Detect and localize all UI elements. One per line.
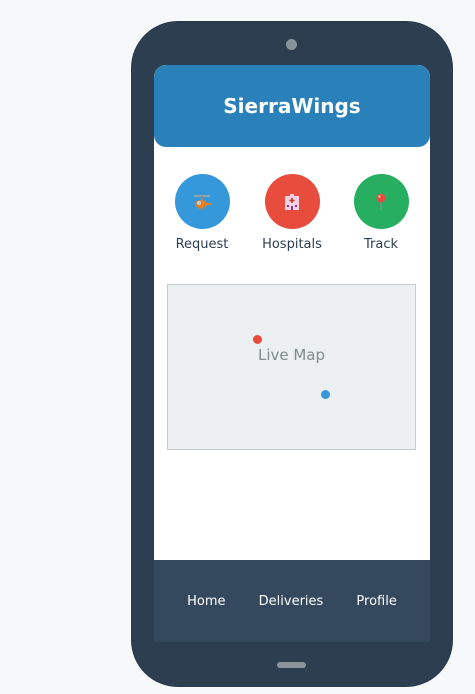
camera-dot xyxy=(286,39,297,50)
red-marker[interactable] xyxy=(253,335,262,344)
track-label: Track xyxy=(363,237,399,252)
request-action[interactable]: Request xyxy=(157,174,247,252)
app-screen: SierraWings Request Hospitals Track Live… xyxy=(154,65,430,642)
pushpin-icon[interactable] xyxy=(353,174,409,229)
helicopter-icon[interactable] xyxy=(174,174,230,229)
live-map[interactable]: Live Map xyxy=(167,284,416,450)
app-title: SierraWings xyxy=(223,94,361,118)
blue-marker[interactable] xyxy=(321,390,330,399)
request-label: Request xyxy=(175,237,229,252)
hospitals-action[interactable]: Hospitals xyxy=(247,174,337,252)
live-map-label: Live Map xyxy=(257,346,326,364)
hospital-icon[interactable] xyxy=(264,174,320,229)
home-indicator[interactable] xyxy=(277,662,306,668)
track-action[interactable]: Track xyxy=(336,174,426,252)
nav-profile[interactable]: Profile xyxy=(356,594,396,609)
nav-home[interactable]: Home xyxy=(187,594,225,609)
app-header: SierraWings xyxy=(154,65,430,147)
phone-device-frame: SierraWings Request Hospitals Track Live… xyxy=(132,22,452,686)
hospitals-label: Hospitals xyxy=(262,237,322,252)
nav-deliveries[interactable]: Deliveries xyxy=(259,594,324,609)
bottom-nav: Home Deliveries Profile xyxy=(154,560,430,642)
